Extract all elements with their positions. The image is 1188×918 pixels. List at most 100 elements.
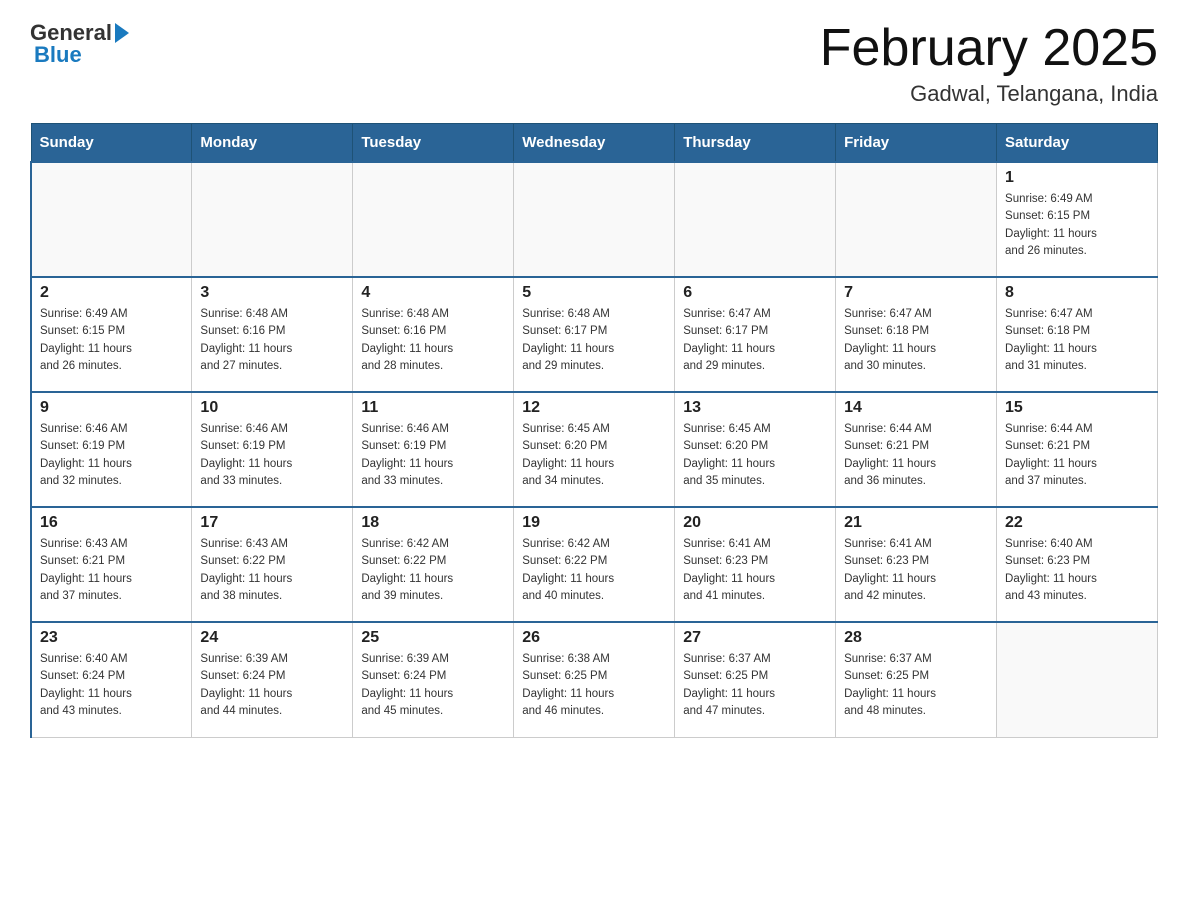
calendar-cell: 28 Sunrise: 6:37 AM Sunset: 6:25 PM Dayli… [836, 622, 997, 737]
location-text: Gadwal, Telangana, India [820, 81, 1158, 107]
day-info: Sunrise: 6:39 AM Sunset: 6:24 PM Dayligh… [200, 651, 344, 720]
day-info: Sunrise: 6:40 AM Sunset: 6:24 PM Dayligh… [40, 651, 183, 720]
calendar-cell: 4 Sunrise: 6:48 AM Sunset: 6:16 PM Daylig… [353, 277, 514, 392]
week-row-2: 2 Sunrise: 6:49 AM Sunset: 6:15 PM Daylig… [31, 277, 1158, 392]
day-info: Sunrise: 6:37 AM Sunset: 6:25 PM Dayligh… [844, 651, 988, 720]
day-number: 28 [844, 629, 988, 647]
day-number: 13 [683, 399, 827, 417]
day-info: Sunrise: 6:44 AM Sunset: 6:21 PM Dayligh… [1005, 421, 1149, 490]
day-number: 18 [361, 514, 505, 532]
day-info: Sunrise: 6:38 AM Sunset: 6:25 PM Dayligh… [522, 651, 666, 720]
calendar-cell: 24 Sunrise: 6:39 AM Sunset: 6:24 PM Dayli… [192, 622, 353, 737]
calendar-cell: 21 Sunrise: 6:41 AM Sunset: 6:23 PM Dayli… [836, 507, 997, 622]
day-number: 16 [40, 514, 183, 532]
day-info: Sunrise: 6:37 AM Sunset: 6:25 PM Dayligh… [683, 651, 827, 720]
day-info: Sunrise: 6:47 AM Sunset: 6:18 PM Dayligh… [1005, 306, 1149, 375]
day-number: 25 [361, 629, 505, 647]
calendar-cell [192, 162, 353, 277]
calendar-cell: 14 Sunrise: 6:44 AM Sunset: 6:21 PM Dayli… [836, 392, 997, 507]
calendar-cell [31, 162, 192, 277]
day-info: Sunrise: 6:48 AM Sunset: 6:17 PM Dayligh… [522, 306, 666, 375]
day-number: 2 [40, 284, 183, 302]
calendar-cell [675, 162, 836, 277]
day-info: Sunrise: 6:48 AM Sunset: 6:16 PM Dayligh… [361, 306, 505, 375]
day-info: Sunrise: 6:49 AM Sunset: 6:15 PM Dayligh… [40, 306, 183, 375]
calendar-table: SundayMondayTuesdayWednesdayThursdayFrid… [30, 123, 1158, 738]
day-info: Sunrise: 6:49 AM Sunset: 6:15 PM Dayligh… [1005, 191, 1149, 260]
day-number: 3 [200, 284, 344, 302]
day-number: 26 [522, 629, 666, 647]
day-number: 27 [683, 629, 827, 647]
day-number: 14 [844, 399, 988, 417]
day-info: Sunrise: 6:40 AM Sunset: 6:23 PM Dayligh… [1005, 536, 1149, 605]
calendar-cell: 12 Sunrise: 6:45 AM Sunset: 6:20 PM Dayli… [514, 392, 675, 507]
day-number: 15 [1005, 399, 1149, 417]
calendar-cell: 5Sunrise: 6:48 AM Sunset: 6:17 PM Daylig… [514, 277, 675, 392]
day-info: Sunrise: 6:46 AM Sunset: 6:19 PM Dayligh… [200, 421, 344, 490]
calendar-cell: 22 Sunrise: 6:40 AM Sunset: 6:23 PM Dayli… [997, 507, 1158, 622]
logo-blue-text: Blue [30, 42, 82, 68]
day-number: 6 [683, 284, 827, 302]
calendar-cell: 13 Sunrise: 6:45 AM Sunset: 6:20 PM Dayli… [675, 392, 836, 507]
day-info: Sunrise: 6:47 AM Sunset: 6:18 PM Dayligh… [844, 306, 988, 375]
day-number: 24 [200, 629, 344, 647]
day-number: 23 [40, 629, 183, 647]
day-number: 21 [844, 514, 988, 532]
calendar-cell: 16 Sunrise: 6:43 AM Sunset: 6:21 PM Dayli… [31, 507, 192, 622]
logo: General Blue [30, 20, 129, 68]
weekday-header-tuesday: Tuesday [353, 124, 514, 163]
title-block: February 2025 Gadwal, Telangana, India [820, 20, 1158, 107]
calendar-cell: 2 Sunrise: 6:49 AM Sunset: 6:15 PM Daylig… [31, 277, 192, 392]
day-info: Sunrise: 6:42 AM Sunset: 6:22 PM Dayligh… [522, 536, 666, 605]
week-row-1: 1 Sunrise: 6:49 AM Sunset: 6:15 PM Daylig… [31, 162, 1158, 277]
calendar-cell: 27 Sunrise: 6:37 AM Sunset: 6:25 PM Dayli… [675, 622, 836, 737]
day-info: Sunrise: 6:45 AM Sunset: 6:20 PM Dayligh… [522, 421, 666, 490]
day-info: Sunrise: 6:43 AM Sunset: 6:21 PM Dayligh… [40, 536, 183, 605]
calendar-cell [514, 162, 675, 277]
weekday-header-row: SundayMondayTuesdayWednesdayThursdayFrid… [31, 124, 1158, 163]
calendar-cell: 20Sunrise: 6:41 AM Sunset: 6:23 PM Dayli… [675, 507, 836, 622]
calendar-cell [353, 162, 514, 277]
day-info: Sunrise: 6:41 AM Sunset: 6:23 PM Dayligh… [844, 536, 988, 605]
calendar-cell: 25 Sunrise: 6:39 AM Sunset: 6:24 PM Dayli… [353, 622, 514, 737]
day-info: Sunrise: 6:45 AM Sunset: 6:20 PM Dayligh… [683, 421, 827, 490]
weekday-header-sunday: Sunday [31, 124, 192, 163]
logo-triangle-icon [115, 23, 129, 43]
calendar-cell: 7 Sunrise: 6:47 AM Sunset: 6:18 PM Daylig… [836, 277, 997, 392]
day-number: 20 [683, 514, 827, 532]
day-number: 11 [361, 399, 505, 417]
calendar-cell: 23 Sunrise: 6:40 AM Sunset: 6:24 PM Dayli… [31, 622, 192, 737]
day-info: Sunrise: 6:47 AM Sunset: 6:17 PM Dayligh… [683, 306, 827, 375]
day-info: Sunrise: 6:48 AM Sunset: 6:16 PM Dayligh… [200, 306, 344, 375]
weekday-header-friday: Friday [836, 124, 997, 163]
day-info: Sunrise: 6:46 AM Sunset: 6:19 PM Dayligh… [40, 421, 183, 490]
day-number: 4 [361, 284, 505, 302]
calendar-cell: 8Sunrise: 6:47 AM Sunset: 6:18 PM Daylig… [997, 277, 1158, 392]
calendar-cell: 18 Sunrise: 6:42 AM Sunset: 6:22 PM Dayli… [353, 507, 514, 622]
day-number: 10 [200, 399, 344, 417]
page-header: General Blue February 2025 Gadwal, Telan… [30, 20, 1158, 107]
month-title: February 2025 [820, 20, 1158, 77]
calendar-cell [836, 162, 997, 277]
calendar-cell: 10 Sunrise: 6:46 AM Sunset: 6:19 PM Dayli… [192, 392, 353, 507]
weekday-header-saturday: Saturday [997, 124, 1158, 163]
day-info: Sunrise: 6:42 AM Sunset: 6:22 PM Dayligh… [361, 536, 505, 605]
weekday-header-wednesday: Wednesday [514, 124, 675, 163]
day-info: Sunrise: 6:43 AM Sunset: 6:22 PM Dayligh… [200, 536, 344, 605]
day-number: 19 [522, 514, 666, 532]
day-number: 7 [844, 284, 988, 302]
day-number: 22 [1005, 514, 1149, 532]
day-number: 17 [200, 514, 344, 532]
weekday-header-monday: Monday [192, 124, 353, 163]
day-info: Sunrise: 6:39 AM Sunset: 6:24 PM Dayligh… [361, 651, 505, 720]
day-number: 1 [1005, 169, 1149, 187]
calendar-cell [997, 622, 1158, 737]
day-info: Sunrise: 6:44 AM Sunset: 6:21 PM Dayligh… [844, 421, 988, 490]
day-number: 12 [522, 399, 666, 417]
week-row-4: 16 Sunrise: 6:43 AM Sunset: 6:21 PM Dayli… [31, 507, 1158, 622]
week-row-5: 23 Sunrise: 6:40 AM Sunset: 6:24 PM Dayli… [31, 622, 1158, 737]
week-row-3: 9 Sunrise: 6:46 AM Sunset: 6:19 PM Daylig… [31, 392, 1158, 507]
day-number: 9 [40, 399, 183, 417]
calendar-cell: 19 Sunrise: 6:42 AM Sunset: 6:22 PM Dayli… [514, 507, 675, 622]
calendar-cell: 9 Sunrise: 6:46 AM Sunset: 6:19 PM Daylig… [31, 392, 192, 507]
